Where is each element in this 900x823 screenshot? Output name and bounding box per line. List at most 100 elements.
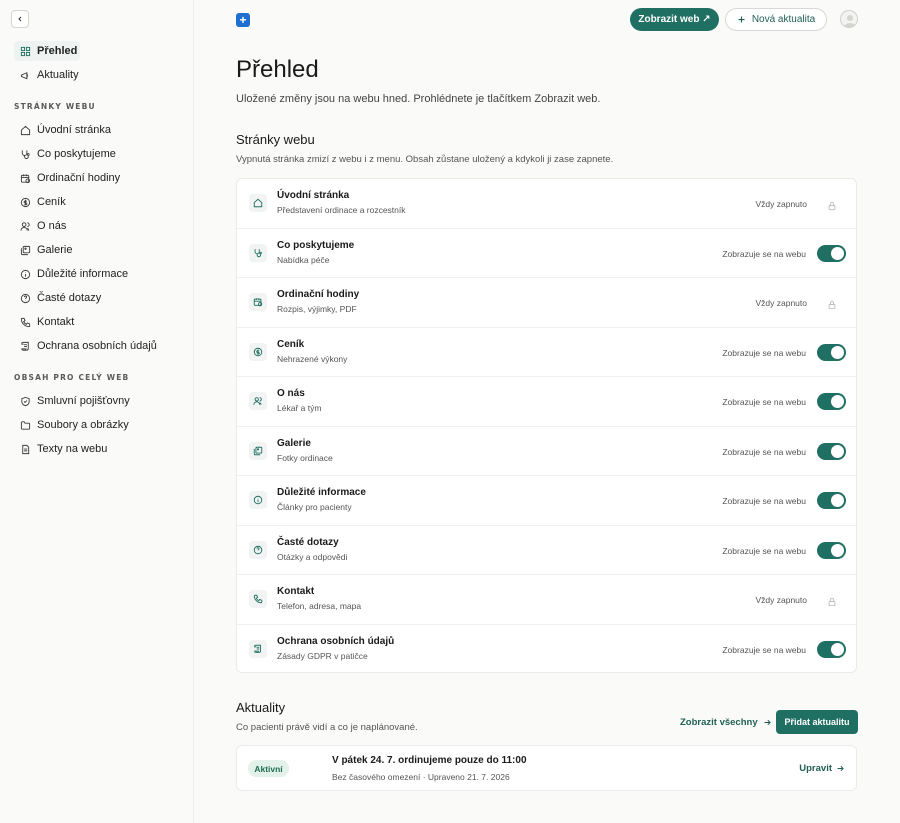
sidebar-item-pojistovny[interactable]: Smluvní pojišťovny <box>20 393 130 409</box>
row-status: Zobrazuje se na webu <box>722 545 806 556</box>
row-status: Vždy zapnuto <box>755 199 807 209</box>
row-desc: Fotky ordinace <box>277 452 333 463</box>
row-status: Zobrazuje se na webu <box>722 347 806 358</box>
sidebar-item-galerie[interactable]: Galerie <box>20 242 72 258</box>
row-title: Ceník <box>277 338 305 350</box>
news-section-title: Aktuality <box>236 700 286 715</box>
grid-icon <box>20 46 31 56</box>
page-row-kontakt[interactable]: Kontakt Telefon, adresa, mapa Vždy zapnu… <box>237 575 856 625</box>
edit-news-link[interactable]: Upravit <box>799 763 845 774</box>
sidebar-item-onas[interactable]: O nás <box>20 218 66 234</box>
dollar-icon <box>20 197 31 207</box>
sidebar-item-label: Soubory a obrázky <box>37 419 129 431</box>
add-news-button[interactable]: Přidat aktualitu <box>776 710 858 734</box>
home-icon <box>253 198 263 208</box>
visibility-toggle[interactable] <box>817 244 846 262</box>
sidebar-item-label: Texty na webu <box>37 443 108 455</box>
row-title: Ordinační hodiny <box>277 289 360 300</box>
stethoscope-icon <box>254 248 262 257</box>
plus-badge-icon[interactable]: + <box>236 13 250 27</box>
page-row-galerie[interactable]: Galerie Fotky ordinace Zobrazuje se na w… <box>237 427 856 476</box>
folder-icon <box>20 420 31 430</box>
page-row-cenik[interactable]: Ceník Nehrazené výkony Zobrazuje se na w… <box>237 328 856 377</box>
row-title: Ochrana osobních údajů <box>277 635 395 647</box>
sidebar-item-prehled[interactable]: Přehled <box>20 43 77 59</box>
page-row-hodiny[interactable]: Ordinační hodiny Rozpis, výjimky, PDF Vž… <box>237 278 856 328</box>
row-icon-box <box>249 491 267 509</box>
row-title: Úvodní stránka <box>277 190 350 201</box>
collapse-sidebar-button[interactable] <box>11 10 29 28</box>
row-icon-box <box>249 342 267 361</box>
sidebar-item-gdpr[interactable]: Ochrana osobních údajů <box>20 338 157 354</box>
row-status: Zobrazuje se na webu <box>722 496 806 506</box>
home-icon <box>20 125 31 135</box>
row-status: Vždy zapnuto <box>755 298 807 308</box>
page-row-gdpr[interactable]: Ochrana osobních údajů Zásady GDPR v pat… <box>237 625 856 673</box>
row-icon-box <box>249 639 267 658</box>
page-title: Přehled <box>236 56 319 83</box>
view-site-button[interactable]: Zobrazit web ↗ <box>630 8 719 31</box>
scroll-icon <box>254 644 261 653</box>
row-desc: Nabídka péče <box>277 254 330 265</box>
lock-icon <box>827 198 837 211</box>
chevron-left-icon <box>18 16 22 22</box>
sidebar-item-cenik[interactable]: Ceník <box>20 194 66 210</box>
sidebar-item-label: Ochrana osobních údajů <box>37 340 157 352</box>
plus-icon <box>738 16 745 23</box>
view-all-news-link[interactable]: Zobrazit všechny <box>680 717 772 728</box>
page-row-info[interactable]: Důležité informace Články pro pacienty Z… <box>237 476 856 526</box>
phone-icon <box>253 594 263 604</box>
view-all-label: Zobrazit všechny <box>680 717 758 728</box>
row-desc: Nehrazené výkony <box>277 353 348 364</box>
sidebar-item-faq[interactable]: Časté dotazy <box>20 290 101 306</box>
visibility-toggle[interactable] <box>817 492 846 509</box>
sidebar-item-kontakt[interactable]: Kontakt <box>20 314 74 330</box>
sidebar-item-uvodni[interactable]: Úvodní stránka <box>20 122 111 138</box>
visibility-toggle[interactable] <box>817 541 846 559</box>
sidebar-item-label: Úvodní stránka <box>37 124 111 136</box>
sidebar-item-sluzby[interactable]: Co poskytujeme <box>20 146 116 162</box>
row-title: Co poskytujeme <box>277 239 355 251</box>
row-icon-box <box>249 441 267 460</box>
sidebar-item-aktuality[interactable]: Aktuality <box>20 67 79 83</box>
sidebar-item-soubory[interactable]: Soubory a obrázky <box>20 417 129 433</box>
images-icon <box>20 245 31 255</box>
sidebar-item-info[interactable]: Důležité informace <box>20 266 128 282</box>
sidebar-item-label: Kontakt <box>37 316 75 328</box>
row-icon-box <box>249 194 267 212</box>
sidebar-item-label: O nás <box>37 220 67 232</box>
megaphone-icon <box>20 71 28 79</box>
row-desc: Telefon, adresa, mapa <box>277 601 362 611</box>
row-icon-box <box>249 392 267 410</box>
visibility-toggle[interactable] <box>817 442 846 460</box>
page-row-uvodni[interactable]: Úvodní stránka Představení ordinace a ro… <box>237 179 856 229</box>
sidebar-item-texty[interactable]: Texty na webu <box>20 441 107 457</box>
images-icon <box>253 446 263 455</box>
page-row-faq[interactable]: Časté dotazy Otázky a odpovědi Zobrazuje… <box>237 526 856 575</box>
row-desc: Otázky a odpovědi <box>277 551 348 562</box>
sidebar-item-label: Ceník <box>37 196 66 208</box>
page-row-onas[interactable]: O nás Lékař a tým Zobrazuje se na webu <box>237 377 856 427</box>
edit-label: Upravit <box>799 763 832 774</box>
row-desc: Zásady GDPR v patičce <box>277 650 368 661</box>
visibility-toggle[interactable] <box>817 393 846 410</box>
news-section-subtitle: Co pacienti právě vidí a co je naplánova… <box>236 722 418 733</box>
row-desc: Představení ordinace a rozcestník <box>277 205 406 215</box>
page-subtitle: Uložené změny jsou na webu hned. Prohléd… <box>236 93 601 105</box>
row-status: Zobrazuje se na webu <box>722 446 806 457</box>
sidebar-item-hodiny[interactable]: Ordinační hodiny <box>20 170 120 186</box>
news-meta: Bez časového omezení · Upraveno 21. 7. 2… <box>332 772 510 782</box>
page-row-sluzby[interactable]: Co poskytujeme Nabídka péče Zobrazuje se… <box>237 229 856 278</box>
visibility-toggle[interactable] <box>817 343 846 361</box>
stethoscope-icon <box>21 149 30 159</box>
section-title-global: OBSAH PRO CELÝ WEB <box>14 373 130 382</box>
pages-section-title: Stránky webu <box>236 132 315 147</box>
file-text-icon <box>22 444 30 454</box>
user-avatar-icon <box>844 15 856 27</box>
new-news-button[interactable]: Nová aktualita <box>725 8 827 31</box>
visibility-toggle[interactable] <box>817 640 846 658</box>
avatar[interactable] <box>840 10 858 28</box>
sidebar-item-label: Galerie <box>37 244 73 256</box>
row-icon-box <box>249 293 267 311</box>
row-title: Galerie <box>277 437 311 449</box>
